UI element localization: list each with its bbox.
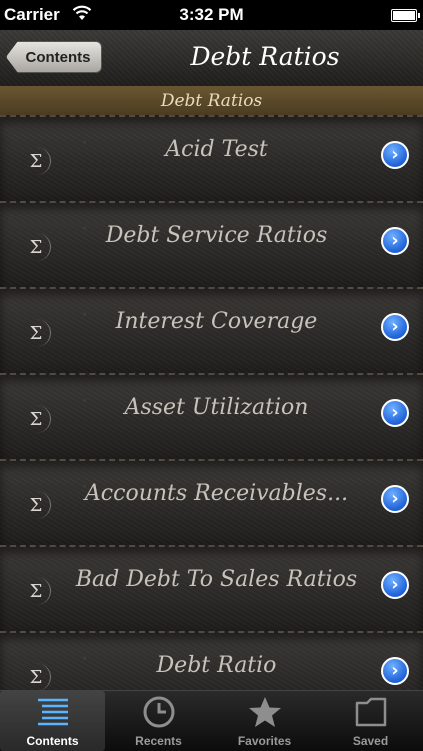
list-item-label: Debt Service Ratios	[105, 223, 328, 248]
tab-favorites[interactable]: Favorites	[212, 691, 317, 751]
tab-bar: Contents Recents Favorites Saved	[0, 690, 423, 751]
disclosure-chevron-icon[interactable]: ›	[381, 657, 409, 685]
tab-saved[interactable]: Saved	[318, 691, 423, 751]
tab-label: Contents	[26, 734, 79, 748]
list-item[interactable]: Σ Asset Utilization ›	[0, 373, 423, 459]
sigma-icon: Σ	[22, 147, 51, 175]
sigma-icon: Σ	[22, 319, 51, 347]
sigma-icon: Σ	[22, 491, 51, 519]
tab-label: Favorites	[237, 734, 292, 748]
tab-contents[interactable]: Contents	[0, 691, 105, 751]
sigma-icon: Σ	[22, 405, 51, 433]
list-item[interactable]: Σ Interest Coverage ›	[0, 287, 423, 373]
list-item-label: Debt Ratio	[156, 653, 277, 678]
tab-label: Saved	[352, 734, 389, 748]
disclosure-chevron-icon[interactable]: ›	[381, 227, 409, 255]
sigma-icon: Σ	[22, 233, 51, 261]
page-title: Debt Ratios	[190, 42, 340, 71]
back-button-contents[interactable]: Contents	[6, 41, 102, 73]
tab-recents[interactable]: Recents	[106, 691, 211, 751]
battery-icon	[391, 9, 420, 22]
list-item[interactable]: Σ Debt Service Ratios ›	[0, 201, 423, 287]
list-item[interactable]: Σ Acid Test ›	[0, 115, 423, 201]
list-item[interactable]: Σ Debt Ratio ›	[0, 631, 423, 690]
clock-time: 3:32 PM	[179, 5, 244, 24]
status-bar: Carrier 3:32 PM	[0, 0, 423, 30]
list-item-label: Accounts Receivables...	[84, 481, 349, 506]
disclosure-chevron-icon[interactable]: ›	[381, 313, 409, 341]
folder-icon	[318, 695, 423, 731]
sigma-icon: Σ	[22, 577, 51, 605]
disclosure-chevron-icon[interactable]: ›	[381, 485, 409, 513]
navigation-bar: Contents Debt Ratios	[0, 30, 423, 86]
disclosure-chevron-icon[interactable]: ›	[381, 571, 409, 599]
list-item-label: Acid Test	[165, 137, 268, 162]
sigma-icon: Σ	[22, 663, 51, 690]
list-item-label: Asset Utilization	[124, 395, 309, 420]
tab-label: Recents	[135, 734, 182, 748]
disclosure-chevron-icon[interactable]: ›	[381, 141, 409, 169]
star-icon	[212, 695, 317, 731]
list-icon	[0, 695, 105, 731]
list-item[interactable]: Σ Accounts Receivables... ›	[0, 459, 423, 545]
disclosure-chevron-icon[interactable]: ›	[381, 399, 409, 427]
list-item-label: Bad Debt To Sales Ratios	[75, 567, 358, 592]
list-item-label: Interest Coverage	[115, 309, 318, 334]
ratio-list: Σ Acid Test › Σ Debt Service Ratios › Σ …	[0, 115, 423, 690]
section-header: Debt Ratios	[0, 86, 423, 115]
clock-icon	[106, 695, 211, 731]
list-item[interactable]: Σ Bad Debt To Sales Ratios ›	[0, 545, 423, 631]
